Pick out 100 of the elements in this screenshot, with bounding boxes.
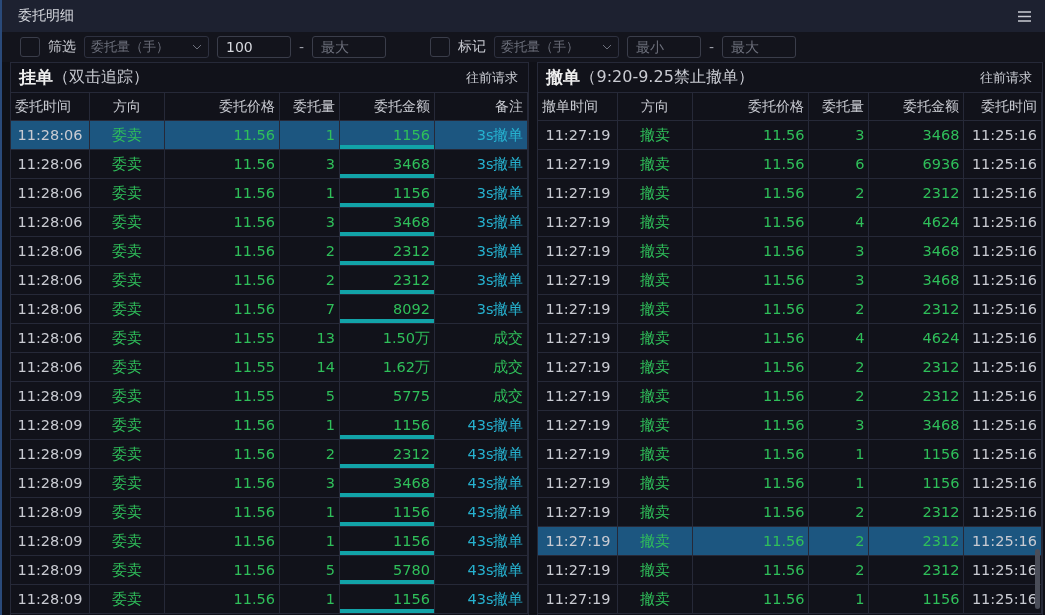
request-earlier-button[interactable]: 往前请求 xyxy=(466,68,519,87)
table-cell: 8092 xyxy=(340,295,435,323)
table-row[interactable]: 11:28:06 委卖 11.56 3 3468 3s撤单 xyxy=(11,150,529,179)
column-header[interactable]: 委托时间 xyxy=(11,93,90,120)
panel-title: 挂单 xyxy=(19,66,53,89)
min-field[interactable]: 最小 xyxy=(627,36,702,58)
table-cell: 11:25:16 xyxy=(964,237,1042,265)
table-row[interactable]: 11:28:06 委卖 11.56 2 2312 3s撤单 xyxy=(11,266,529,295)
table-cell: 11.56 xyxy=(693,527,810,555)
table-cell: 撤卖 xyxy=(618,382,694,410)
table-row[interactable]: 11:27:19 撤卖 11.56 1 1156 11:25:16 xyxy=(538,440,1042,469)
table-cell: 11.56 xyxy=(693,440,810,468)
table-cell: 11.56 xyxy=(165,411,280,439)
checkbox[interactable] xyxy=(430,37,451,57)
column-header[interactable]: 方向 xyxy=(618,93,694,120)
table-cell: 11:25:16 xyxy=(964,498,1042,526)
request-earlier-button[interactable]: 往前请求 xyxy=(980,68,1032,87)
table-row[interactable]: 11:27:19 撤卖 11.56 1 1156 11:25:16 xyxy=(538,469,1042,498)
table-cell: 2312 xyxy=(869,295,965,323)
table-row[interactable]: 11:27:19 撤卖 11.56 2 2312 11:25:16 xyxy=(538,179,1042,208)
table-row[interactable]: 11:27:19 撤卖 11.56 2 2312 11:25:16 xyxy=(538,382,1042,411)
table-row[interactable]: 11:27:19 撤卖 11.56 2 2312 11:25:16 xyxy=(538,353,1042,382)
table-cell: 委卖 xyxy=(90,237,165,265)
table-cell: 2312 xyxy=(869,179,965,207)
column-header[interactable]: 撤单时间 xyxy=(538,93,619,120)
table-cell: 11:27:19 xyxy=(538,179,619,207)
max-field[interactable]: 最大 xyxy=(312,36,387,58)
table-row[interactable]: 11:28:09 委卖 11.56 5 5780 43s撤单 xyxy=(11,556,529,585)
column-header[interactable]: 委托价格 xyxy=(165,93,280,120)
table-row[interactable]: 11:28:09 委卖 11.56 1 1156 43s撤单 xyxy=(11,527,529,556)
table-cell: 1 xyxy=(809,469,870,497)
checkbox-label: 筛选 xyxy=(48,38,76,56)
table-row[interactable]: 11:28:06 委卖 11.56 3 3468 3s撤单 xyxy=(11,208,529,237)
table-cell: 11:27:19 xyxy=(538,324,619,352)
column-header[interactable]: 方向 xyxy=(90,93,165,120)
table-cell: 13 xyxy=(280,324,340,352)
checkbox[interactable] xyxy=(20,37,40,57)
column-header[interactable]: 委托量 xyxy=(809,93,870,120)
table-row[interactable]: 11:28:06 委卖 11.56 2 2312 3s撤单 xyxy=(11,237,529,266)
table-row[interactable]: 11:28:06 委卖 11.56 1 1156 3s撤单 xyxy=(11,121,529,150)
table-cell: 2 xyxy=(809,556,870,584)
table-row[interactable]: 11:27:19 撤卖 11.56 4 4624 11:25:16 xyxy=(538,208,1042,237)
column-header[interactable]: 备注 xyxy=(435,93,529,120)
table-row[interactable]: 11:28:09 委卖 11.56 1 1156 43s撤单 xyxy=(11,498,529,527)
table-row[interactable]: 11:27:19 撤卖 11.56 2 2312 11:25:16 xyxy=(538,295,1042,324)
table-cell: 委卖 xyxy=(90,382,165,410)
table-cell: 11.56 xyxy=(693,150,810,178)
select-dropdown[interactable]: 委托量（手） xyxy=(84,36,209,58)
table-cell: 11:27:19 xyxy=(538,411,619,439)
table-row[interactable]: 11:27:19 撤卖 11.56 3 3468 11:25:16 xyxy=(538,121,1042,150)
table-cell: 11:27:19 xyxy=(538,237,619,265)
column-header[interactable]: 委托量 xyxy=(280,93,340,120)
table-row[interactable]: 11:27:19 撤卖 11.56 2 2312 11:25:16 xyxy=(538,527,1042,556)
table-row[interactable]: 11:27:19 撤卖 11.56 3 3468 11:25:16 xyxy=(538,266,1042,295)
column-header[interactable]: 委托金额 xyxy=(340,93,435,120)
table-row[interactable]: 11:28:06 委卖 11.55 13 1.50万 成交 xyxy=(11,324,529,353)
table-row[interactable]: 11:28:09 委卖 11.56 3 3468 43s撤单 xyxy=(11,469,529,498)
table-cell: 2 xyxy=(809,498,870,526)
table-cell: 11:28:06 xyxy=(11,324,90,352)
table-cell: 11.56 xyxy=(693,295,810,323)
table-cell: 撤卖 xyxy=(618,324,694,352)
table-row[interactable]: 11:28:06 委卖 11.56 7 8092 3s撤单 xyxy=(11,295,529,324)
table-cell: 2 xyxy=(809,179,870,207)
table-row[interactable]: 11:28:09 委卖 11.55 5 5775 成交 xyxy=(11,382,529,411)
table-cell: 委卖 xyxy=(90,266,165,294)
table-cell: 11:25:16 xyxy=(964,469,1042,497)
select-dropdown[interactable]: 委托量（手） xyxy=(494,36,620,58)
table-cell: 1.62万 xyxy=(340,353,435,381)
table-row[interactable]: 11:28:09 委卖 11.56 2 2312 43s撤单 xyxy=(11,440,529,469)
min-field[interactable]: 100 xyxy=(217,36,291,58)
table-cell: 撤卖 xyxy=(618,295,694,323)
scrollbar-thumb[interactable] xyxy=(1035,549,1040,609)
table-cell: 5775 xyxy=(340,382,435,410)
table-cell: 3 xyxy=(809,237,870,265)
table-row[interactable]: 11:27:19 撤卖 11.56 4 4624 11:25:16 xyxy=(538,324,1042,353)
max-field[interactable]: 最大 xyxy=(722,36,797,58)
table-cell: 11.56 xyxy=(693,411,810,439)
table-cell: 成交 xyxy=(435,382,529,410)
table-row[interactable]: 11:28:06 委卖 11.56 1 1156 3s撤单 xyxy=(11,179,529,208)
table-row[interactable]: 11:27:19 撤卖 11.56 3 3468 11:25:16 xyxy=(538,411,1042,440)
table-row[interactable]: 11:28:09 委卖 11.56 1 1156 43s撤单 xyxy=(11,411,529,440)
column-header[interactable]: 委托时间 xyxy=(964,93,1042,120)
table-row[interactable]: 11:28:09 委卖 11.56 1 1156 43s撤单 xyxy=(11,585,529,614)
table-cell: 11.56 xyxy=(165,556,280,584)
table-cell: 撤卖 xyxy=(618,208,694,236)
menu-icon[interactable] xyxy=(1018,10,1031,22)
column-header[interactable]: 委托价格 xyxy=(693,93,810,120)
range-dash: - xyxy=(299,39,305,55)
table-cell: 委卖 xyxy=(90,353,165,381)
table-cell: 2312 xyxy=(869,498,965,526)
table-row[interactable]: 11:27:19 撤卖 11.56 3 3468 11:25:16 xyxy=(538,237,1042,266)
table-cell: 11:28:06 xyxy=(11,237,90,265)
table-row[interactable]: 11:28:06 委卖 11.55 14 1.62万 成交 xyxy=(11,353,529,382)
table-cell: 1156 xyxy=(869,585,965,613)
table-row[interactable]: 11:27:19 撤卖 11.56 6 6936 11:25:16 xyxy=(538,150,1042,179)
table-cell: 3s撤单 xyxy=(435,179,529,207)
table-cell: 11:28:09 xyxy=(11,498,90,526)
column-header[interactable]: 委托金额 xyxy=(869,93,965,120)
table-cell: 2 xyxy=(809,353,870,381)
table-cell: 11:25:16 xyxy=(964,411,1042,439)
